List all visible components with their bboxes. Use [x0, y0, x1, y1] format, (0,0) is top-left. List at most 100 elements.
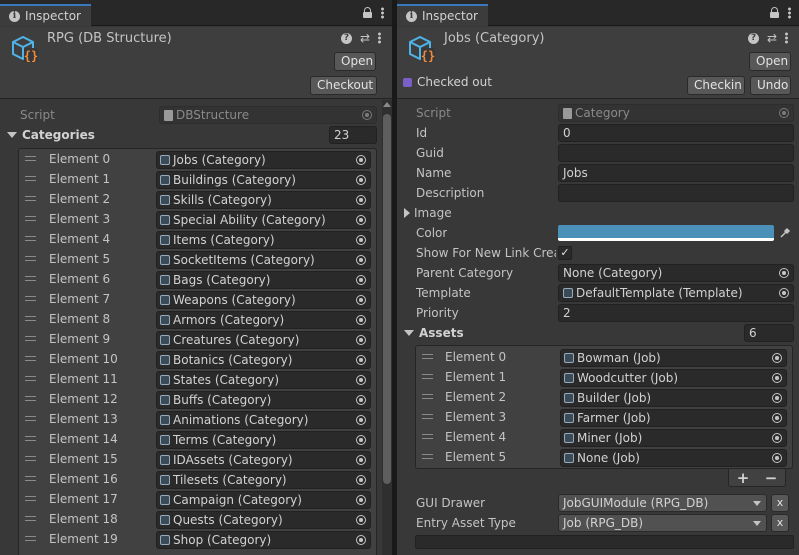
element-object-field[interactable]: Campaign (Category) [156, 491, 371, 509]
scroll-up-arrow-icon[interactable] [383, 102, 391, 107]
drag-handle-icon[interactable] [422, 354, 433, 359]
list-item[interactable]: Element 5 SocketItems (Category) [19, 250, 375, 270]
categories-size-field[interactable]: 23 [329, 126, 377, 144]
gui-drawer-dropdown[interactable]: JobGUIModule (RPG_DB) [558, 494, 767, 512]
list-item[interactable]: Element 1 Woodcutter (Job) [416, 368, 792, 388]
drag-handle-icon[interactable] [25, 516, 36, 521]
element-object-field[interactable]: Builder (Job) [560, 389, 787, 407]
drag-handle-icon[interactable] [25, 476, 36, 481]
element-object-field[interactable]: Farmer (Job) [560, 409, 787, 427]
list-item[interactable]: Element 9 Creatures (Category) [19, 330, 375, 350]
list-item[interactable]: Element 8 Armors (Category) [19, 310, 375, 330]
list-item[interactable]: Element 17 Campaign (Category) [19, 490, 375, 510]
scroll-thumb[interactable] [383, 114, 391, 484]
drag-handle-icon[interactable] [25, 496, 36, 501]
remove-element-button[interactable]: − [765, 469, 778, 487]
drag-handle-icon[interactable] [25, 216, 36, 221]
drag-handle-icon[interactable] [25, 416, 36, 421]
id-field[interactable]: 0 [558, 124, 794, 142]
drag-handle-icon[interactable] [25, 236, 36, 241]
entry-asset-type-dropdown[interactable]: Job (RPG_DB) [558, 514, 767, 532]
list-item[interactable]: Element 0 Bowman (Job) [416, 348, 792, 368]
entry-asset-type-clear-button[interactable]: x [771, 514, 789, 532]
object-picker-icon[interactable] [356, 415, 366, 425]
object-picker-icon[interactable] [356, 495, 366, 505]
object-picker-icon[interactable] [356, 435, 366, 445]
object-picker-icon[interactable] [356, 275, 366, 285]
assets-size-field[interactable]: 6 [744, 324, 794, 342]
checkin-button[interactable]: Checkin [687, 76, 745, 95]
object-picker-icon[interactable] [356, 315, 366, 325]
undo-button[interactable]: Undo [750, 76, 791, 95]
drag-handle-icon[interactable] [25, 196, 36, 201]
element-object-field[interactable]: None (Job) [560, 449, 787, 467]
lock-icon[interactable] [363, 7, 372, 19]
element-object-field[interactable]: Buildings (Category) [156, 171, 371, 189]
checkout-button[interactable]: Checkout [310, 76, 377, 95]
list-item[interactable]: Element 12 Buffs (Category) [19, 390, 375, 410]
element-object-field[interactable]: Special Ability (Category) [156, 211, 371, 229]
drag-handle-icon[interactable] [25, 256, 36, 261]
object-picker-icon[interactable] [356, 515, 366, 525]
list-item[interactable]: Element 13 Animations (Category) [19, 410, 375, 430]
help-icon[interactable]: ? [747, 33, 759, 44]
list-item[interactable]: Element 18 Quests (Category) [19, 510, 375, 530]
object-picker-icon[interactable] [356, 215, 366, 225]
parent-category-field[interactable]: None (Category) [558, 264, 794, 282]
image-foldout[interactable]: Image [404, 206, 452, 220]
element-object-field[interactable]: Tilesets (Category) [156, 471, 371, 489]
list-item[interactable]: Element 4 Items (Category) [19, 230, 375, 250]
show-for-new-link-checkbox[interactable]: ✓ [558, 246, 572, 260]
object-picker-icon[interactable] [356, 355, 366, 365]
kebab-menu-icon[interactable] [381, 7, 384, 19]
object-picker-icon[interactable] [356, 375, 366, 385]
left-inspector-tab[interactable]: i Inspector [0, 4, 91, 26]
drag-handle-icon[interactable] [25, 316, 36, 321]
drag-handle-icon[interactable] [422, 374, 433, 379]
object-picker-icon[interactable] [356, 455, 366, 465]
kebab-menu-icon[interactable] [378, 32, 381, 44]
add-element-button[interactable]: + [737, 469, 750, 487]
object-picker-icon[interactable] [356, 395, 366, 405]
object-picker-icon[interactable] [772, 393, 782, 403]
element-object-field[interactable]: Jobs (Category) [156, 151, 371, 169]
color-swatch[interactable] [558, 225, 774, 241]
drag-handle-icon[interactable] [422, 454, 433, 459]
object-picker-icon[interactable] [356, 155, 366, 165]
object-picker-icon[interactable] [772, 353, 782, 363]
open-button[interactable]: Open [749, 52, 791, 71]
drag-handle-icon[interactable] [25, 356, 36, 361]
object-picker-icon[interactable] [356, 335, 366, 345]
right-inspector-tab[interactable]: i Inspector [397, 4, 488, 26]
element-object-field[interactable]: Botanics (Category) [156, 351, 371, 369]
drag-handle-icon[interactable] [422, 414, 433, 419]
drag-handle-icon[interactable] [25, 336, 36, 341]
list-item[interactable]: Element 6 Bags (Category) [19, 270, 375, 290]
object-picker-icon[interactable] [356, 195, 366, 205]
list-item[interactable]: Element 16 Tilesets (Category) [19, 470, 375, 490]
categories-foldout[interactable]: Categories [7, 128, 95, 142]
drag-handle-icon[interactable] [25, 376, 36, 381]
list-item[interactable]: Element 14 Terms (Category) [19, 430, 375, 450]
element-object-field[interactable]: Quests (Category) [156, 511, 371, 529]
element-object-field[interactable]: Animations (Category) [156, 411, 371, 429]
element-object-field[interactable]: Bowman (Job) [560, 349, 787, 367]
list-item[interactable]: Element 5 None (Job) [416, 448, 792, 468]
kebab-menu-icon[interactable] [788, 7, 791, 19]
drag-handle-icon[interactable] [25, 296, 36, 301]
drag-handle-icon[interactable] [422, 394, 433, 399]
drag-handle-icon[interactable] [25, 456, 36, 461]
list-item[interactable]: Element 2 Builder (Job) [416, 388, 792, 408]
left-scrollbar[interactable] [382, 100, 392, 555]
presets-icon[interactable]: ⇄ [767, 31, 777, 45]
element-object-field[interactable]: Weapons (Category) [156, 291, 371, 309]
template-field[interactable]: DefaultTemplate (Template) [558, 284, 794, 302]
drag-handle-icon[interactable] [25, 156, 36, 161]
gui-drawer-clear-button[interactable]: x [771, 494, 789, 512]
list-item[interactable]: Element 0 Jobs (Category) [19, 150, 375, 170]
object-picker-icon[interactable] [356, 475, 366, 485]
object-picker-icon[interactable] [356, 295, 366, 305]
element-object-field[interactable]: Skills (Category) [156, 191, 371, 209]
element-object-field[interactable]: Miner (Job) [560, 429, 787, 447]
object-picker-icon[interactable] [356, 535, 366, 545]
